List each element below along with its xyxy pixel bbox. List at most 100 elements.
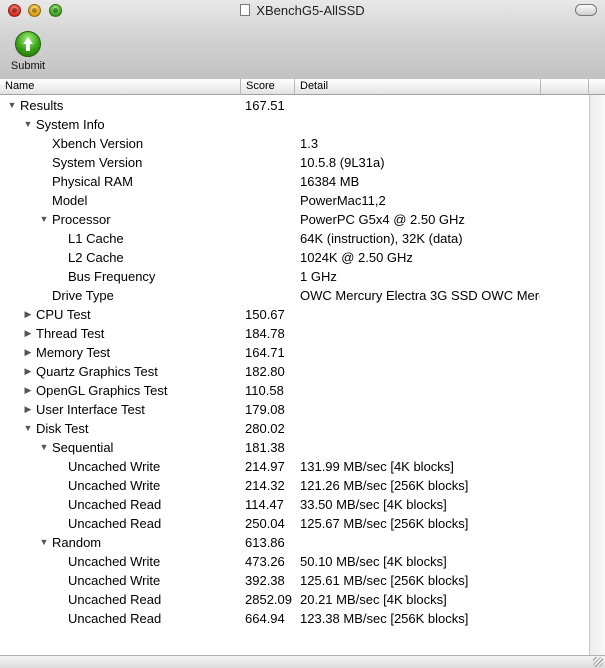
row-label: Uncached Read	[68, 611, 162, 626]
row-detail: PowerMac11,2	[300, 193, 386, 208]
row-label: Uncached Write	[68, 573, 161, 588]
row-detail: 10.5.8 (9L31a)	[300, 155, 385, 170]
outline-row[interactable]: Uncached Write 214.32 121.26 MB/sec [256K …	[0, 476, 589, 495]
row-label: Disk Test	[36, 421, 89, 436]
row-detail: 33.50 MB/sec [4K blocks]	[300, 497, 447, 512]
row-label: Uncached Write	[68, 554, 161, 569]
outline-row[interactable]: L1 Cache 64K (instruction), 32K (data)	[0, 229, 589, 248]
row-detail: 64K (instruction), 32K (data)	[300, 231, 463, 246]
column-header-name[interactable]: Name	[0, 79, 241, 94]
disclosure-open-icon[interactable]: ▼	[6, 96, 18, 115]
outline-row[interactable]: Physical RAM 16384 MB	[0, 172, 589, 191]
outline-row[interactable]: ▼ Processor PowerPC G5x4 @ 2.50 GHz	[0, 210, 589, 229]
outline-row[interactable]: Uncached Write 392.38 125.61 MB/sec [256K …	[0, 571, 589, 590]
row-score: 214.97	[245, 459, 285, 474]
row-score: 164.71	[245, 345, 285, 360]
row-label: System Version	[52, 155, 143, 170]
outline-row[interactable]: ▶ Thread Test 184.78	[0, 324, 589, 343]
row-label: Drive Type	[52, 288, 114, 303]
column-header-detail[interactable]: Detail	[295, 79, 541, 94]
row-label: L1 Cache	[68, 231, 124, 246]
app-window: XBenchG5-AllSSD Submit Name Score Detail…	[0, 0, 605, 668]
row-score: 664.94	[245, 611, 285, 626]
disclosure-open-icon[interactable]: ▼	[38, 438, 50, 457]
row-score: 110.58	[245, 383, 284, 398]
row-score: 184.78	[245, 326, 285, 341]
outline-row[interactable]: System Version 10.5.8 (9L31a)	[0, 153, 589, 172]
row-score: 473.26	[245, 554, 285, 569]
row-label: Processor	[52, 212, 111, 227]
outline-row[interactable]: Xbench Version 1.3	[0, 134, 589, 153]
disclosure-open-icon[interactable]: ▼	[22, 115, 34, 134]
row-label: Model	[52, 193, 88, 208]
toolbar-toggle-button[interactable]	[575, 4, 597, 16]
row-label: Uncached Write	[68, 478, 161, 493]
row-score: 182.80	[245, 364, 285, 379]
row-detail: 50.10 MB/sec [4K blocks]	[300, 554, 447, 569]
outline-row[interactable]: Bus Frequency 1 GHz	[0, 267, 589, 286]
row-label: System Info	[36, 117, 105, 132]
row-label: Quartz Graphics Test	[36, 364, 158, 379]
row-detail: 20.21 MB/sec [4K blocks]	[300, 592, 447, 607]
outline-row[interactable]: ▼ System Info	[0, 115, 589, 134]
row-label: User Interface Test	[36, 402, 145, 417]
row-label: Memory Test	[36, 345, 111, 360]
row-label: CPU Test	[36, 307, 91, 322]
disclosure-closed-icon[interactable]: ▶	[22, 305, 34, 324]
row-detail: 125.61 MB/sec [256K blocks]	[300, 573, 469, 588]
horizontal-scrollbar[interactable]	[0, 655, 605, 668]
outline-row[interactable]: Drive Type OWC Mercury Electra 3G SSD OWC…	[0, 286, 589, 305]
document-icon	[240, 4, 251, 16]
row-label: Uncached Read	[68, 516, 162, 531]
row-label: Bus Frequency	[68, 269, 156, 284]
row-label: Uncached Read	[68, 592, 162, 607]
row-detail: OWC Mercury Electra 3G SSD OWC Mercury	[300, 288, 540, 303]
row-score: 114.47	[245, 497, 284, 512]
outline-row[interactable]: ▼ Disk Test 280.02	[0, 419, 589, 438]
outline-row[interactable]: L2 Cache 1024K @ 2.50 GHz	[0, 248, 589, 267]
row-score: 392.38	[245, 573, 285, 588]
row-label: Uncached Read	[68, 497, 162, 512]
disclosure-open-icon[interactable]: ▼	[38, 210, 50, 229]
submit-button[interactable]: Submit	[5, 29, 51, 72]
outline-row[interactable]: ▶ Quartz Graphics Test 182.80	[0, 362, 589, 381]
submit-label: Submit	[10, 60, 46, 72]
outline-row[interactable]: Uncached Read 2852.09 20.21 MB/sec [4K blo…	[0, 590, 589, 609]
outline-row[interactable]: ▶ Memory Test 164.71	[0, 343, 589, 362]
disclosure-closed-icon[interactable]: ▶	[22, 362, 34, 381]
outline-row[interactable]: ▶ CPU Test 150.67	[0, 305, 589, 324]
row-label: OpenGL Graphics Test	[36, 383, 168, 398]
title-bar: XBenchG5-AllSSD Submit	[0, 0, 605, 80]
outline-row[interactable]: Uncached Read 250.04 125.67 MB/sec [256K b…	[0, 514, 589, 533]
outline-row[interactable]: Uncached Read 114.47 33.50 MB/sec [4K bloc…	[0, 495, 589, 514]
vertical-scrollbar[interactable]	[589, 95, 605, 655]
disclosure-closed-icon[interactable]: ▶	[22, 381, 34, 400]
row-label: Random	[52, 535, 102, 550]
disclosure-closed-icon[interactable]: ▶	[22, 343, 34, 362]
outline-row[interactable]: Uncached Read 664.94 123.38 MB/sec [256K b…	[0, 609, 589, 628]
row-detail: 131.99 MB/sec [4K blocks]	[300, 459, 454, 474]
resize-grip-icon[interactable]	[593, 657, 603, 667]
disclosure-closed-icon[interactable]: ▶	[22, 324, 34, 343]
outline-row[interactable]: Uncached Write 473.26 50.10 MB/sec [4K blo…	[0, 552, 589, 571]
disclosure-closed-icon[interactable]: ▶	[22, 400, 34, 419]
column-header: Name Score Detail	[0, 79, 605, 95]
outline-row[interactable]: ▶ User Interface Test 179.08	[0, 400, 589, 419]
outline-row[interactable]: ▶ OpenGL Graphics Test 110.58	[0, 381, 589, 400]
outline-row[interactable]: Uncached Write 214.97 131.99 MB/sec [4K bl…	[0, 457, 589, 476]
row-score: 2852.09	[245, 592, 292, 607]
column-header-empty	[541, 79, 589, 94]
row-detail: 1 GHz	[300, 269, 337, 284]
row-label: Sequential	[52, 440, 114, 455]
outline-row[interactable]: ▼ Sequential 181.38	[0, 438, 589, 457]
disclosure-open-icon[interactable]: ▼	[22, 419, 34, 438]
column-header-score[interactable]: Score	[241, 79, 295, 94]
outline-row[interactable]: ▼ Random 613.86	[0, 533, 589, 552]
outline-row[interactable]: ▼ Results 167.51	[0, 96, 589, 115]
disclosure-open-icon[interactable]: ▼	[38, 533, 50, 552]
outline-row[interactable]: Model PowerMac11,2	[0, 191, 589, 210]
row-label: L2 Cache	[68, 250, 124, 265]
upload-arrow-icon	[15, 31, 41, 57]
row-detail: 1.3	[300, 136, 319, 151]
results-outline: ▼ Results 167.51 ▼ System Info Xbench Version…	[0, 95, 589, 655]
